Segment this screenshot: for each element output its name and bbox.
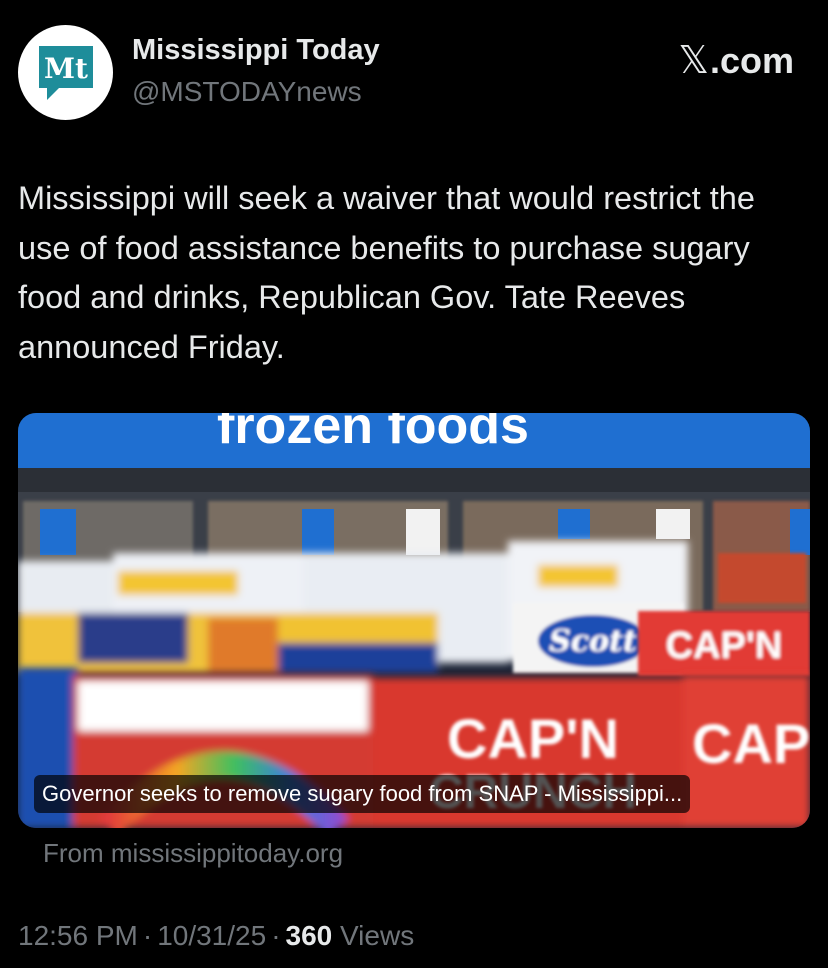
avatar[interactable]: Mt [18, 25, 113, 120]
link-card[interactable]: frozen foods Scott CAP'N CAP'N CAP Gover… [18, 413, 810, 828]
tweet-text: Mississippi will seek a waiver that woul… [18, 180, 755, 365]
link-source[interactable]: From mississippitoday.org [43, 838, 343, 869]
account-handle[interactable]: @MSTODAYnews [132, 76, 362, 108]
link-card-title: Governor seeks to remove sugary food fro… [34, 775, 691, 813]
svg-text:frozen foods: frozen foods [217, 413, 529, 455]
meta-separator: · [142, 920, 153, 951]
svg-text:Scott: Scott [549, 624, 637, 659]
svg-text:CAP'N: CAP'N [692, 712, 810, 775]
account-name[interactable]: Mississippi Today [132, 34, 380, 67]
x-com-logo: 𝕏 .com [678, 38, 794, 83]
x-domain-suffix: .com [709, 39, 794, 81]
post-time[interactable]: 12:56 PM [18, 920, 138, 952]
post-view: Mt Mississippi Today @MSTODAYnews 𝕏 .com … [0, 0, 828, 968]
x-logo-icon: 𝕏 [678, 40, 709, 82]
views-label: Views [340, 920, 415, 951]
meta-separator: · [271, 920, 281, 951]
post-date[interactable]: 10/31/25 [157, 920, 266, 952]
svg-text:Mt: Mt [44, 52, 88, 85]
svg-text:CAP'N: CAP'N [666, 625, 783, 667]
svg-text:CAP'N: CAP'N [447, 707, 619, 770]
views-count: 360 [285, 920, 333, 951]
link-card-image: frozen foods Scott CAP'N CAP'N CAP [18, 413, 810, 828]
mississippi-today-logo-icon: Mt [38, 45, 93, 100]
post-meta: 12:56 PM · 10/31/25 · 360 Views [18, 920, 414, 952]
